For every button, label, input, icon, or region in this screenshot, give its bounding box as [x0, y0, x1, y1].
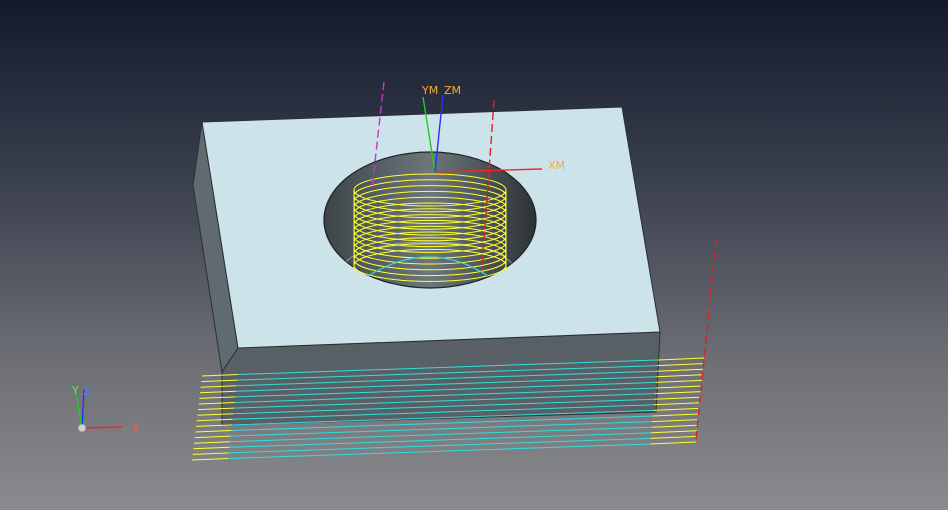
floor-pass-left-end [194, 435, 231, 439]
floor-pass-right-end [653, 407, 700, 411]
floor-pass-right-end [655, 385, 702, 389]
floor-pass [230, 421, 653, 437]
floor-pass-left-end [193, 441, 231, 444]
floor-pass [229, 426, 652, 443]
floor-pass-right-end [656, 368, 703, 372]
floor-pass [229, 432, 652, 448]
view-triad[interactable]: X Y Z [71, 384, 140, 434]
work-csys-x-label: XM [548, 159, 565, 172]
floor-pass-left-end [191, 458, 229, 461]
floor-pass-right-end [654, 396, 701, 400]
floor-pass-left-end [195, 430, 232, 433]
tool-axis-red-floor [695, 239, 717, 441]
floor-pass-left-end [192, 452, 229, 455]
3d-scene[interactable]: YM ZM XM X Y Z [0, 0, 948, 510]
graphics-viewport[interactable]: YM ZM XM X Y Z [0, 0, 948, 510]
floor-pass-right-end [649, 441, 697, 445]
floor-pass-left-end [193, 446, 230, 450]
triad-z-label: Z [83, 385, 91, 398]
triad-x-axis [81, 426, 123, 429]
floor-pass-right-end [653, 402, 700, 406]
work-csys-z-label: ZM [444, 84, 461, 97]
floor-pass [228, 437, 651, 454]
floor-pass-right-end [650, 435, 697, 439]
triad-y-label: Y [71, 384, 79, 397]
floor-pass-right-end [655, 379, 702, 383]
floor-pass-right-end [652, 413, 699, 417]
floor-pass-right-end [652, 419, 699, 423]
floor-pass-right-end [651, 430, 698, 434]
floor-pass-right-end [651, 424, 698, 428]
floor-pass [227, 443, 651, 459]
floor-pass-right-end [654, 391, 701, 395]
floor-pass-right-end [657, 357, 705, 361]
floor-pass-right-end [657, 363, 704, 367]
sphere-icon [77, 423, 87, 433]
triad-y-axis [75, 392, 83, 429]
work-csys-y-label: YM [421, 84, 438, 97]
floor-pass-left-end [195, 424, 233, 427]
triad-x-label: X [132, 421, 140, 434]
floor-pass-right-end [656, 374, 703, 378]
